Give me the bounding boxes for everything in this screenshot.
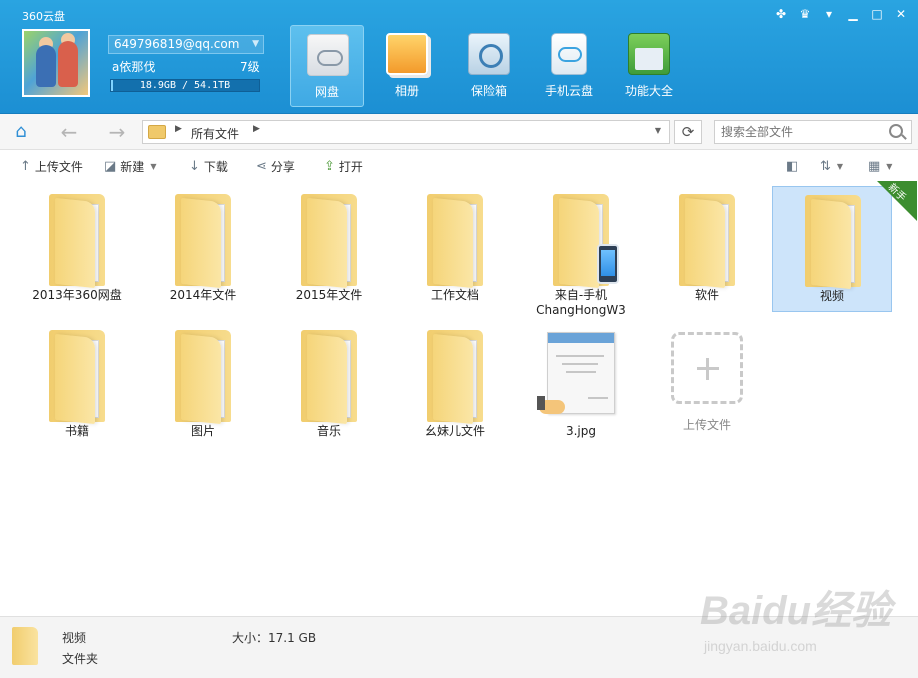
folder-icon [301, 194, 357, 289]
tab-tools[interactable]: 功能大全 [612, 25, 686, 107]
menu-icon[interactable]: ▾ [820, 6, 838, 22]
toolbar: ↑ 上传文件 ◪ 新建 ▼ ↓ 下载 ⋖ 分享 ⇪ 打开 ◧ ⇅ ▼ ▦ ▼ [0, 150, 918, 180]
folder-item-selected[interactable]: 视频 [772, 186, 892, 312]
image-file-item[interactable]: 3.jpg [521, 322, 641, 448]
search-input[interactable] [715, 121, 885, 143]
folder-item[interactable]: 幺妹儿文件 [395, 322, 515, 448]
chevron-right-icon: ▶ [253, 124, 260, 134]
minimize-icon[interactable]: ▁ [844, 6, 862, 22]
folder-icon [49, 330, 105, 425]
user-nickname: a依那伐 [112, 60, 156, 74]
selected-name: 视频 [62, 631, 87, 645]
forward-arrow-icon[interactable]: → [102, 119, 132, 145]
phone-icon [597, 244, 619, 284]
chevron-down-icon: ▼ [886, 161, 893, 171]
selected-type: 文件夹 [62, 652, 99, 666]
back-arrow-icon[interactable]: ← [54, 119, 84, 145]
chevron-down-icon: ▼ [150, 161, 157, 171]
chevron-down-icon: ▼ [252, 39, 259, 49]
sort-button[interactable]: ⇅ ▼ [820, 157, 843, 175]
app-title: 360云盘 [22, 10, 65, 23]
preview-panel-toggle[interactable]: ◧ [786, 157, 798, 175]
folder-item[interactable]: 音乐 [269, 322, 389, 448]
search-box [714, 120, 912, 144]
open-button[interactable]: ⇪ 打开 [324, 157, 363, 175]
photo-album-icon [386, 33, 428, 75]
skin-icon[interactable]: ♛ [796, 6, 814, 22]
folder-item[interactable]: 来自-手机 ChangHongW3 [521, 186, 641, 317]
tab-pan[interactable]: 网盘 [290, 25, 364, 107]
cloud-drive-icon [307, 34, 349, 76]
folder-icon [148, 125, 166, 139]
new-button[interactable]: ◪ 新建 ▼ [104, 157, 156, 175]
folder-icon [175, 330, 231, 425]
avatar[interactable] [22, 29, 90, 97]
storage-quota-text: 18.9GB / 54.1TB [139, 80, 231, 91]
user-level: 7级 [240, 60, 260, 74]
panel-icon: ◧ [786, 158, 799, 174]
upload-tile[interactable]: 上传文件 [647, 322, 767, 448]
tab-safe[interactable]: 保险箱 [452, 25, 526, 107]
folder-item[interactable]: 软件 [647, 186, 767, 312]
refresh-button[interactable]: ⟳ [674, 120, 702, 144]
breadcrumb[interactable]: 所有文件 [191, 125, 239, 142]
app-window: 360云盘 ✤ ♛ ▾ ▁ □ ✕ 649796819@qq.com ▼ a依那… [0, 0, 918, 678]
open-icon: ⇪ [324, 158, 335, 174]
view-mode-button[interactable]: ▦ ▼ [868, 157, 892, 175]
file-grid: 2013年360网盘 2014年文件 2015年文件 工作文档 来自-手机 Ch… [0, 180, 918, 616]
toolbox-icon [628, 33, 670, 75]
folder-icon [427, 194, 483, 289]
share-button[interactable]: ⋖ 分享 [256, 157, 295, 175]
chevron-right-icon: ▶ [175, 124, 182, 134]
storage-quota-bar: 18.9GB / 54.1TB [110, 79, 260, 92]
selected-size: 大小：17.1 GB [232, 631, 317, 645]
folder-item[interactable]: 2015年文件 [269, 186, 389, 312]
upload-button[interactable]: ↑ 上传文件 [20, 157, 83, 175]
watermark: Baidu经验 jingyan.baidu.com [700, 589, 892, 654]
mobile-cloud-icon [551, 33, 587, 75]
folder-item[interactable]: 2014年文件 [143, 186, 263, 312]
download-arrow-icon: ↓ [189, 158, 200, 174]
path-box[interactable]: ▶ 所有文件 ▶ ▼ [142, 120, 670, 144]
maximize-icon[interactable]: □ [868, 6, 886, 22]
close-icon[interactable]: ✕ [892, 6, 910, 22]
folder-item[interactable]: 2013年360网盘 [17, 186, 137, 312]
shared-hand-icon [537, 396, 565, 414]
download-button[interactable]: ↓ 下载 [189, 157, 228, 175]
folder-item[interactable]: 书籍 [17, 322, 137, 448]
tab-mobile[interactable]: 手机云盘 [532, 25, 606, 107]
folder-icon [805, 195, 861, 290]
share-icon: ⋖ [256, 158, 267, 174]
sort-icon: ⇅ [820, 158, 831, 174]
header: 360云盘 ✤ ♛ ▾ ▁ □ ✕ 649796819@qq.com ▼ a依那… [0, 0, 918, 114]
plus-icon [671, 332, 743, 404]
safe-box-icon [468, 33, 510, 75]
gift-icon[interactable]: ✤ [772, 6, 790, 22]
tab-album[interactable]: 相册 [370, 25, 444, 107]
upload-arrow-icon: ↑ [20, 158, 31, 174]
folder-icon [12, 627, 38, 665]
home-icon[interactable]: ⌂ [6, 119, 36, 145]
window-controls: ✤ ♛ ▾ ▁ □ ✕ [772, 6, 910, 22]
folder-icon [49, 194, 105, 289]
refresh-icon: ⟳ [681, 123, 695, 141]
folder-item[interactable]: 图片 [143, 322, 263, 448]
chevron-down-icon: ▼ [836, 161, 844, 171]
folder-icon [679, 194, 735, 289]
new-folder-icon: ◪ [104, 158, 117, 174]
address-bar: ⌂ ← → ▶ 所有文件 ▶ ▼ ⟳ [0, 114, 918, 150]
folder-item[interactable]: 工作文档 [395, 186, 515, 312]
grid-view-icon: ▦ [868, 158, 881, 174]
account-selector[interactable]: 649796819@qq.com ▼ [108, 35, 264, 54]
folder-icon [427, 330, 483, 425]
folder-icon [175, 194, 231, 289]
search-icon[interactable] [889, 124, 903, 138]
folder-icon [301, 330, 357, 425]
chevron-down-icon[interactable]: ▼ [655, 126, 661, 135]
account-email: 649796819@qq.com [114, 37, 240, 51]
